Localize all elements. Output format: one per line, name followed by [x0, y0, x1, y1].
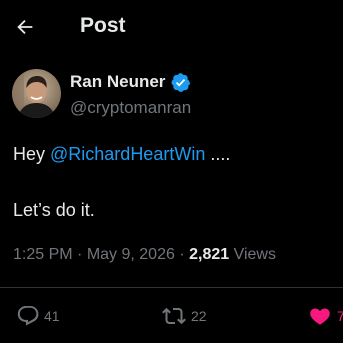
avatar[interactable] — [12, 69, 61, 118]
author-handle[interactable]: @cryptomanran — [70, 97, 191, 119]
post-time[interactable]: 1:25 PM — [13, 246, 73, 263]
top-bar: Post — [0, 0, 343, 52]
repost-button[interactable]: 22 — [161, 302, 207, 330]
back-button[interactable] — [10, 12, 40, 42]
reply-button[interactable]: 41 — [16, 302, 60, 330]
repost-count: 22 — [191, 308, 207, 324]
like-count: 7 — [337, 308, 343, 324]
page-title: Post — [80, 14, 126, 37]
post-date[interactable]: May 9, 2026 — [87, 246, 175, 263]
divider — [0, 287, 343, 288]
post-text-prefix: Hey — [13, 144, 51, 164]
like-button[interactable]: 7 — [307, 302, 343, 330]
reply-count: 41 — [44, 308, 60, 324]
heart-icon — [310, 308, 330, 325]
post-meta: 1:25 PM · May 9, 2026 · 2,821 Views — [13, 244, 343, 266]
post-detail-screen: Post Ran Neuner @cryptomanran Hey @Richa… — [0, 0, 343, 343]
views-count: 2,821 — [189, 246, 230, 263]
meta-separator: · — [174, 246, 190, 263]
views-label: Views — [229, 246, 276, 263]
mention-link[interactable]: @RichardHeartWin — [50, 144, 205, 164]
meta-separator: · — [72, 246, 87, 263]
post-text-suffix: .... — [205, 144, 231, 164]
repost-icon — [162, 307, 186, 325]
post-text: Hey @RichardHeartWin .... — [13, 140, 333, 168]
post-text-line: Let’s do it. — [13, 200, 95, 220]
arrow-left-icon — [17, 19, 33, 35]
verified-badge-icon — [171, 72, 191, 92]
author-name[interactable]: Ran Neuner — [70, 71, 191, 93]
reply-icon — [17, 306, 39, 326]
